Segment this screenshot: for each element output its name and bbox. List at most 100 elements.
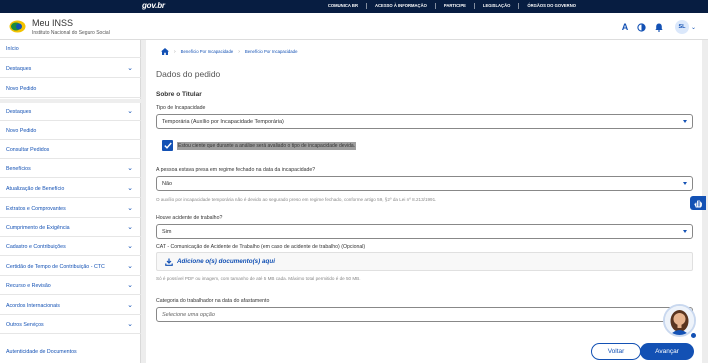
- sidebar-item-ctc[interactable]: Certidão de Tempo de Contribuição - CTC ⌄: [0, 258, 141, 276]
- chevron-down-icon: ⌄: [127, 224, 133, 231]
- sidebar-item-extratos[interactable]: Extratos e Comprovantes ⌄: [0, 200, 141, 218]
- avancar-button[interactable]: Avançar: [640, 343, 694, 360]
- sidebar-item-label: Consultar Pedidos: [6, 146, 50, 153]
- gov-bar: gov.br COMUNICA BR ACESSO À INFORMAÇÃO P…: [0, 0, 708, 13]
- sidebar-item-label: Início: [6, 45, 19, 52]
- app-header: Meu INSS Instituto Nacional do Seguro So…: [0, 13, 708, 40]
- chevron-down-icon: ⌄: [127, 185, 133, 192]
- user-menu[interactable]: SL ⌄: [675, 20, 696, 34]
- sidebar-item-outros-servicos[interactable]: Outros Serviços ⌄: [0, 316, 141, 334]
- chevron-down-icon: ⌄: [127, 302, 133, 309]
- gov-link-orgaos[interactable]: ÓRGÃOS DO GOVERNO: [518, 3, 584, 9]
- upload-label: Adicione o(s) documento(s) aqui: [177, 258, 275, 265]
- section-title: Sobre o Titular: [156, 91, 202, 98]
- ciente-checkbox-row: Estou ciente que durante a análise será …: [162, 140, 357, 151]
- sidebar-item-label: Destaques: [6, 108, 32, 115]
- select-value: Sim: [162, 228, 172, 235]
- sidebar-item-recurso[interactable]: Recurso e Revisão ⌄: [0, 277, 141, 295]
- gov-links: COMUNICA BR ACESSO À INFORMAÇÃO PARTICIP…: [320, 3, 584, 9]
- select-value: Não: [162, 180, 173, 187]
- chevron-down-icon: ⌄: [127, 108, 133, 115]
- select-value: Temporária (Auxílio por Incapacidade Tem…: [162, 118, 284, 125]
- form-card: › Benefício Por Incapacidade › Benefício…: [146, 40, 702, 363]
- sidebar-item-novo-pedido[interactable]: Novo Pedido: [0, 80, 141, 98]
- sidebar-item-label: Certidão de Tempo de Contribuição - CTC: [6, 263, 105, 270]
- acidente-label: Houve acidente de trabalho?: [156, 215, 223, 221]
- sidebar-item-destaques-2[interactable]: Destaques ⌄: [0, 103, 141, 121]
- breadcrumb-item[interactable]: Benefício Por Incapacidade: [181, 49, 234, 54]
- avatar[interactable]: SL: [675, 20, 689, 34]
- upload-hint: Só é possível PDF ou imagem, com tamanho…: [156, 276, 361, 281]
- assistant-status-badge: [690, 332, 697, 339]
- sidebar-item-inicio[interactable]: Início: [0, 40, 141, 58]
- breadcrumb-separator-icon: ›: [174, 48, 176, 55]
- sidebar-item-label: Destaques: [6, 65, 32, 72]
- sidebar-item-label: Benefícios: [6, 165, 31, 172]
- tipo-incapacidade-select[interactable]: Temporária (Auxílio por Incapacidade Tem…: [156, 114, 693, 129]
- sidebar-item-label: Novo Pedido: [6, 85, 37, 92]
- presa-select[interactable]: Não: [156, 176, 693, 191]
- tipo-incapacidade-label: Tipo de Incapacidade: [156, 105, 206, 111]
- home-icon[interactable]: [161, 48, 169, 55]
- accessibility-hand-icon[interactable]: [690, 196, 706, 210]
- gov-link-comunica[interactable]: COMUNICA BR: [320, 3, 366, 9]
- presa-hint: O auxílio por incapacidade temporária nã…: [156, 197, 437, 202]
- sidebar-item-exigencia[interactable]: Cumprimento de Exigência ⌄: [0, 219, 141, 237]
- document-upload[interactable]: Adicione o(s) documento(s) aqui: [156, 252, 693, 271]
- sidebar-item-novo-pedido-2[interactable]: Novo Pedido: [0, 122, 141, 140]
- chevron-down-icon: ⌄: [127, 205, 133, 212]
- presa-label: A pessoa estava presa em regime fechado …: [156, 167, 316, 173]
- sidebar-item-consultar-pedidos[interactable]: Consultar Pedidos: [0, 141, 141, 159]
- chevron-down-icon: ⌄: [127, 165, 133, 172]
- chevron-down-icon[interactable]: ⌄: [691, 24, 696, 31]
- sidebar-item-label: Acordos Internacionais: [6, 302, 60, 309]
- select-placeholder: Selecione uma opção: [162, 311, 215, 318]
- app-subtitle: Instituto Nacional do Seguro Social: [32, 30, 110, 36]
- gov-link-acesso-informacao[interactable]: ACESSO À INFORMAÇÃO: [365, 3, 435, 9]
- acidente-select[interactable]: Sim: [156, 224, 693, 239]
- breadcrumb-item-current: Benefício Por Incapacidade: [244, 49, 298, 54]
- caret-down-icon: [683, 230, 687, 233]
- chevron-down-icon: ⌄: [127, 65, 133, 72]
- categoria-label: Categoria do trabalhador na data do afas…: [156, 298, 270, 304]
- caret-down-icon: [683, 182, 687, 185]
- sidebar-item-label: Recurso e Revisão: [6, 282, 51, 289]
- gov-link-participe[interactable]: PARTICIPE: [434, 3, 474, 9]
- ciente-checkbox[interactable]: [162, 140, 173, 151]
- sidebar-item-atualizacao-beneficio[interactable]: Atualização de Benefício ⌄: [0, 180, 141, 198]
- sidebar-item-label: Cumprimento de Exigência: [6, 224, 70, 231]
- categoria-select[interactable]: Selecione uma opção: [156, 307, 693, 322]
- page-title: Dados do pedido: [156, 69, 221, 79]
- upload-icon: [165, 258, 173, 266]
- chevron-down-icon: ⌄: [127, 321, 133, 328]
- sidebar-item-label: Novo Pedido: [6, 127, 37, 134]
- gov-link-legislacao[interactable]: LEGISLAÇÃO: [473, 3, 518, 9]
- govbr-logo[interactable]: gov.br: [142, 1, 165, 10]
- app-title[interactable]: Meu INSS: [32, 18, 73, 28]
- main-content: › Benefício Por Incapacidade › Benefício…: [141, 40, 708, 363]
- ciente-checkbox-label: Estou ciente que durante a análise será …: [177, 141, 357, 150]
- sidebar-item-acordos[interactable]: Acordos Internacionais ⌄: [0, 297, 141, 315]
- cat-label: CAT - Comunicação de Acidente de Trabalh…: [156, 244, 366, 250]
- breadcrumb: › Benefício Por Incapacidade › Benefício…: [161, 48, 297, 55]
- sidebar-item-cadastro[interactable]: Cadastro e Contribuições ⌄: [0, 238, 141, 256]
- inss-logo-icon[interactable]: [9, 20, 26, 33]
- bell-icon[interactable]: [654, 22, 664, 32]
- sidebar-item-label: Autenticidade de Documentos: [6, 349, 77, 355]
- voltar-button[interactable]: Voltar: [591, 343, 641, 360]
- caret-down-icon: [683, 120, 687, 123]
- sidebar-item-label: Extratos e Comprovantes: [6, 205, 66, 212]
- sidebar-item-destaques[interactable]: Destaques ⌄: [0, 60, 141, 78]
- sidebar-item-label: Atualização de Benefício: [6, 185, 65, 192]
- sidebar-item-autenticidade[interactable]: Autenticidade de Documentos: [0, 343, 141, 361]
- check-icon: [163, 142, 172, 149]
- chevron-down-icon: ⌄: [127, 263, 133, 270]
- chevron-down-icon: ⌄: [127, 243, 133, 250]
- sidebar-item-label: Outros Serviços: [6, 321, 44, 328]
- sidebar-item-beneficios[interactable]: Benefícios ⌄: [0, 160, 141, 178]
- sidebar-item-label: Cadastro e Contribuições: [6, 243, 66, 250]
- chevron-down-icon: ⌄: [127, 282, 133, 289]
- contrast-icon[interactable]: [636, 22, 646, 32]
- font-size-icon[interactable]: A: [620, 22, 630, 32]
- sidebar: Início Destaques ⌄ Novo Pedido Destaques ⌄…: [0, 40, 141, 363]
